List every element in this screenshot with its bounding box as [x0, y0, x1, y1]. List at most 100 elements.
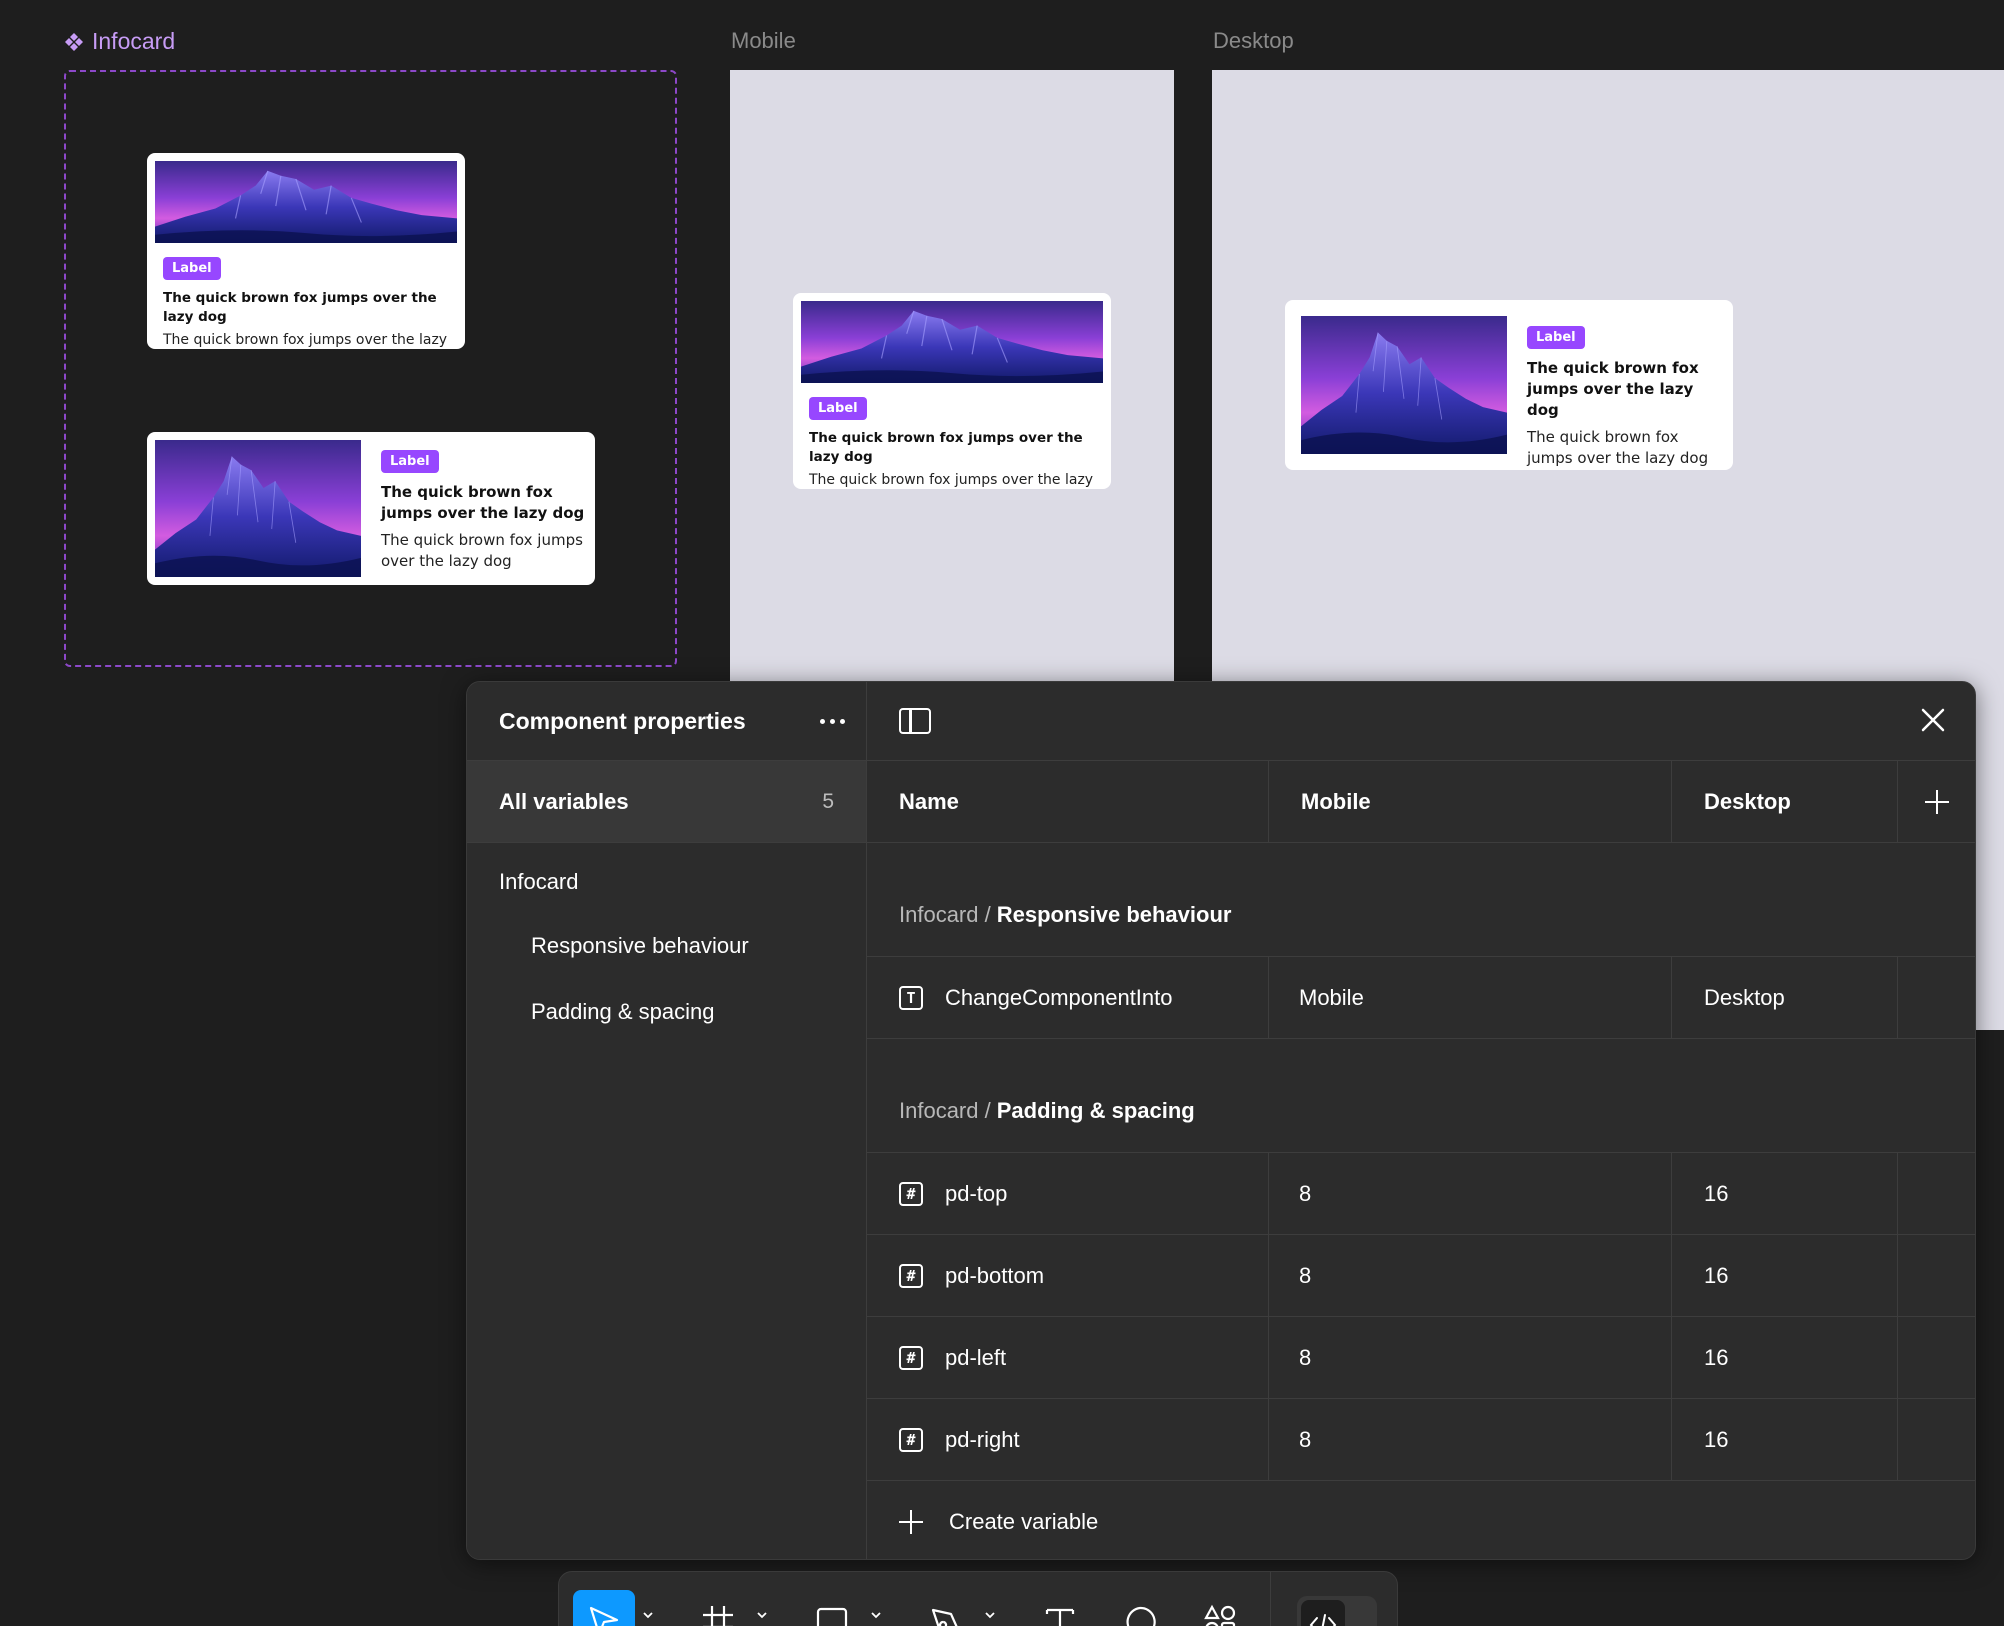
figma-canvas[interactable]: Infocard Mobile Desktop Label The quick …: [0, 0, 2004, 1626]
mountain-image: [801, 301, 1103, 383]
mountain-image: [155, 440, 361, 577]
variable-name[interactable]: pd-bottom: [945, 1263, 1044, 1289]
section-prefix: Infocard /: [899, 1098, 991, 1123]
section-name: Responsive behaviour: [996, 902, 1232, 927]
create-variable-label: Create variable: [949, 1509, 1099, 1534]
variables-table: Name Mobile Desktop Infocard / Responsiv…: [867, 682, 1975, 1559]
move-tool-button[interactable]: [573, 1590, 635, 1626]
group-padding-spacing[interactable]: Padding & spacing: [467, 999, 866, 1025]
mountain-image: [155, 161, 457, 243]
card-title: The quick brown fox jumps over the lazy …: [381, 483, 585, 522]
code-icon: [1309, 1614, 1337, 1626]
card-title: The quick brown fox jumps over the lazy …: [163, 290, 437, 325]
all-variables-item[interactable]: All variables 5: [467, 761, 866, 843]
plus-icon: [899, 1510, 923, 1534]
group-responsive-behaviour[interactable]: Responsive behaviour: [467, 933, 866, 959]
variable-name[interactable]: pd-right: [945, 1427, 1020, 1453]
frame-tool-button[interactable]: [687, 1590, 749, 1626]
section-name: Padding & spacing: [996, 1098, 1195, 1123]
plus-icon: [1924, 789, 1949, 814]
close-icon[interactable]: [1919, 706, 1947, 734]
card-label: Label: [381, 450, 439, 473]
card-label: Label: [163, 257, 221, 280]
create-variable-button[interactable]: Create variable: [867, 1481, 1975, 1559]
variable-value-desktop[interactable]: 16: [1672, 1317, 1898, 1398]
column-name-header: Name: [867, 761, 1269, 842]
chevron-down-icon[interactable]: [869, 1608, 883, 1622]
frame-icon: [703, 1606, 733, 1626]
component-icon: [65, 32, 83, 51]
chevron-down-icon[interactable]: [641, 1608, 655, 1622]
infocard-mobile-instance[interactable]: Label The quick brown fox jumps over the…: [793, 293, 1111, 489]
number-variable-icon: #: [899, 1263, 923, 1288]
group-infocard[interactable]: Infocard: [467, 843, 866, 895]
variable-value-mobile[interactable]: 8: [1269, 1317, 1672, 1398]
dev-mode-toggle[interactable]: [1297, 1596, 1377, 1626]
variable-value-mobile[interactable]: 8: [1269, 1153, 1672, 1234]
variable-name[interactable]: pd-left: [945, 1345, 1006, 1371]
component-set-label[interactable]: Infocard: [64, 28, 175, 55]
more-options-icon[interactable]: [814, 706, 850, 736]
toggle-sidebar-icon[interactable]: [899, 708, 931, 734]
variable-value-desktop[interactable]: Desktop: [1672, 957, 1898, 1038]
bottom-toolbar: [558, 1571, 1398, 1626]
infocard-horizontal-variant[interactable]: Label The quick brown fox jumps over the…: [147, 432, 595, 585]
table-row[interactable]: # pd-right 8 16: [867, 1399, 1975, 1481]
table-row[interactable]: # pd-top 8 16: [867, 1153, 1975, 1235]
table-header: Name Mobile Desktop: [867, 761, 1975, 843]
panel-title[interactable]: Component properties: [499, 708, 746, 735]
number-variable-icon: #: [899, 1345, 923, 1370]
card-body: The quick brown fox jumps over the lazy …: [381, 531, 583, 570]
desktop-frame-label[interactable]: Desktop: [1213, 28, 1294, 54]
add-mode-button[interactable]: [1898, 761, 1975, 842]
cursor-icon: [589, 1606, 619, 1626]
mobile-frame-label[interactable]: Mobile: [731, 28, 796, 54]
card-body: The quick brown fox jumps over the lazy …: [1527, 428, 1709, 467]
variable-value-mobile[interactable]: 8: [1269, 1399, 1672, 1480]
variable-name[interactable]: pd-top: [945, 1181, 1007, 1207]
column-desktop-header[interactable]: Desktop: [1672, 761, 1898, 842]
section-header-padding: Infocard / Padding & spacing: [867, 1039, 1975, 1153]
rectangle-icon: [816, 1607, 848, 1626]
number-variable-icon: #: [899, 1427, 923, 1452]
dev-mode-knob: [1301, 1600, 1345, 1626]
component-set-name: Infocard: [92, 28, 176, 54]
comment-tool-button[interactable]: [1109, 1590, 1171, 1626]
variable-value-desktop[interactable]: 16: [1672, 1153, 1898, 1234]
comment-icon: [1126, 1606, 1156, 1626]
variable-value-desktop[interactable]: 16: [1672, 1399, 1898, 1480]
actions-tool-button[interactable]: [1189, 1590, 1251, 1626]
collections-sidebar: Component properties All variables 5 Inf…: [467, 682, 867, 1559]
card-title: The quick brown fox jumps over the lazy …: [1527, 359, 1699, 419]
pen-icon: [931, 1608, 958, 1626]
table-row[interactable]: T ChangeComponentInto Mobile Desktop: [867, 957, 1975, 1039]
toolbar-divider: [1270, 1572, 1271, 1626]
variable-value-mobile[interactable]: Mobile: [1269, 957, 1672, 1038]
variable-name[interactable]: ChangeComponentInto: [945, 985, 1173, 1011]
text-tool-button[interactable]: [1029, 1590, 1091, 1626]
text-icon: [1045, 1608, 1075, 1626]
card-label: Label: [809, 397, 867, 420]
section-prefix: Infocard /: [899, 902, 991, 927]
variable-value-mobile[interactable]: 8: [1269, 1235, 1672, 1316]
number-variable-icon: #: [899, 1181, 923, 1206]
section-header-responsive: Infocard / Responsive behaviour: [867, 843, 1975, 957]
infocard-desktop-instance[interactable]: Label The quick brown fox jumps over the…: [1285, 300, 1733, 470]
card-label: Label: [1527, 326, 1585, 349]
column-mobile-header[interactable]: Mobile: [1269, 761, 1672, 842]
mobile-frame[interactable]: Label The quick brown fox jumps over the…: [730, 70, 1174, 681]
card-body: The quick brown fox jumps over the lazy …: [163, 331, 448, 348]
table-row[interactable]: # pd-left 8 16: [867, 1317, 1975, 1399]
card-body: The quick brown fox jumps over the lazy …: [809, 471, 1094, 488]
chevron-down-icon[interactable]: [755, 1608, 769, 1622]
variable-value-desktop[interactable]: 16: [1672, 1235, 1898, 1316]
card-title: The quick brown fox jumps over the lazy …: [809, 430, 1083, 465]
chevron-down-icon[interactable]: [983, 1608, 997, 1622]
pen-tool-button[interactable]: [915, 1590, 977, 1626]
shapes-icon: [1204, 1604, 1236, 1626]
rectangle-tool-button[interactable]: [801, 1590, 863, 1626]
all-variables-label: All variables: [499, 788, 629, 814]
infocard-vertical-variant[interactable]: Label The quick brown fox jumps over the…: [147, 153, 465, 349]
variables-panel[interactable]: Component properties All variables 5 Inf…: [466, 681, 1976, 1560]
table-row[interactable]: # pd-bottom 8 16: [867, 1235, 1975, 1317]
